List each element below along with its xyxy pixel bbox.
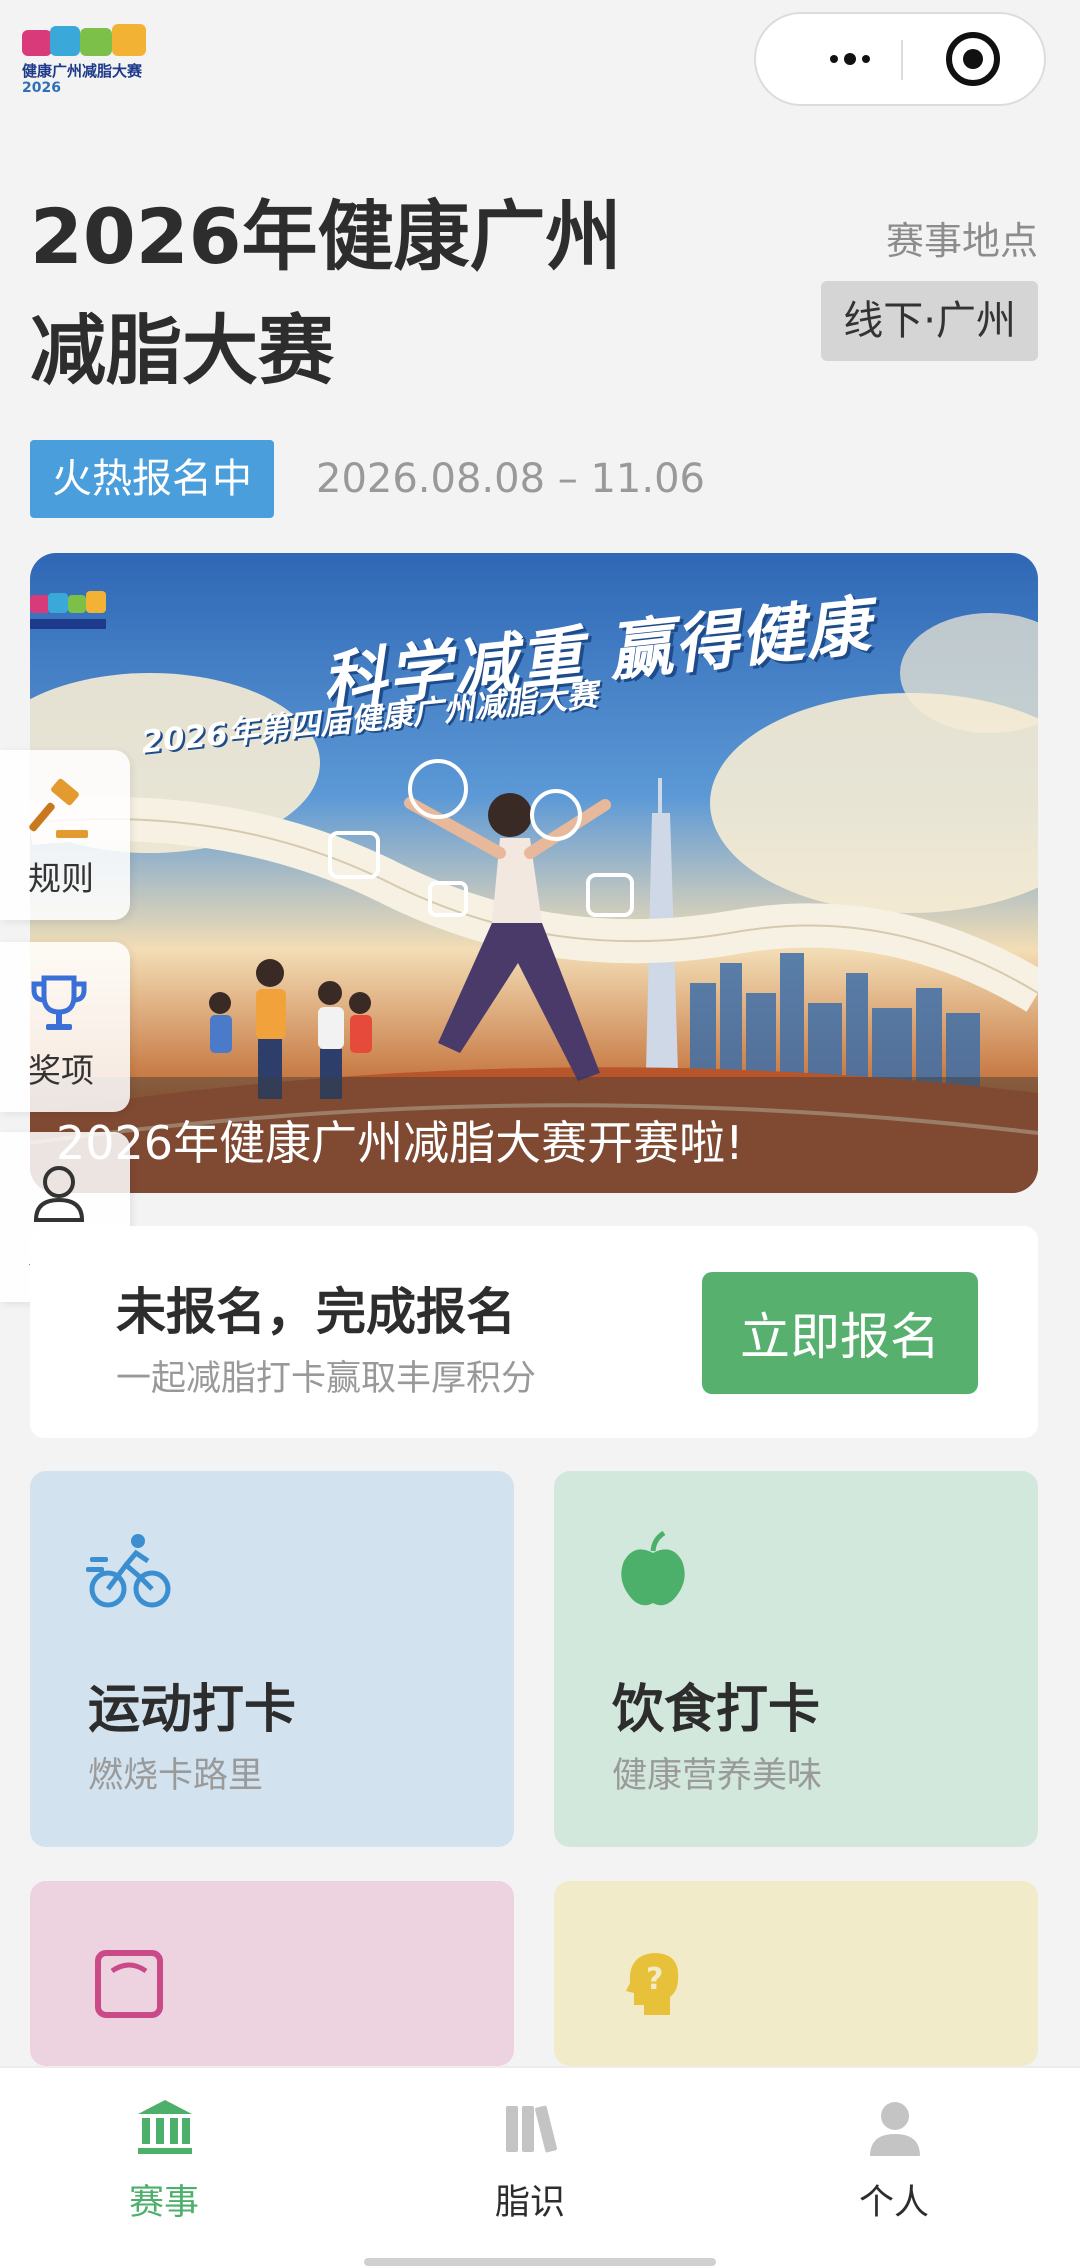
tile-knowledge-quiz[interactable]: ? [554, 1881, 1038, 2066]
more-options-button[interactable] [796, 14, 904, 104]
apple-icon [621, 1530, 685, 1606]
side-button-rules[interactable]: 规则 [0, 750, 130, 920]
weight-scale-icon [95, 1950, 163, 2018]
tab-profile[interactable]: 个人 [714, 2068, 1074, 2266]
customer-service-icon [33, 1166, 85, 1222]
mini-program-capsule [754, 12, 1046, 106]
close-target-icon[interactable] [946, 32, 1000, 86]
side-button-label: 奖项 [28, 1051, 94, 1090]
page-title: 2026年健康广州减脂大赛 [30, 192, 622, 395]
tile-exercise-checkin[interactable]: 运动打卡 燃烧卡路里 [30, 1471, 514, 1847]
logo-graphic [22, 24, 146, 56]
bottom-tab-bar: 赛事 脂识 个人 [0, 2066, 1080, 2266]
person-icon [870, 2102, 920, 2156]
more-dots-icon [830, 55, 838, 63]
logo-year: 2026 [22, 80, 61, 96]
tile-weight[interactable] [30, 1881, 514, 2066]
logo-text: 健康广州减脂大赛 [22, 62, 143, 80]
event-banner[interactable]: 科学减重 赢得健康 2026年第四届健康广州减脂大赛 2026年健康广州减脂大赛… [30, 553, 1038, 1193]
capsule-divider [901, 40, 903, 80]
tab-knowledge[interactable]: 脂识 [350, 2068, 710, 2266]
date-range: 2026.08.08 – 11.06 [316, 456, 705, 502]
tab-label: 赛事 [128, 2183, 199, 2223]
register-now-button[interactable]: 立即报名 [702, 1272, 978, 1394]
question-head-icon: ? [626, 1953, 679, 2015]
museum-icon [138, 2100, 192, 2154]
side-button-label: 规则 [28, 859, 94, 898]
tab-label: 脂识 [494, 2183, 565, 2223]
register-title: 未报名，完成报名 [116, 1283, 516, 1341]
tile-title: 运动打卡 [88, 1680, 297, 1740]
tile-diet-checkin[interactable]: 饮食打卡 健康营养美味 [554, 1471, 1038, 1847]
register-subtitle: 一起减脂打卡赢取丰厚积分 [116, 1359, 537, 1399]
banner-caption: 2026年健康广州减脂大赛开赛啦! [56, 1116, 744, 1170]
gavel-icon [29, 778, 88, 838]
banner-caption-bar: 2026年健康广州减脂大赛开赛啦! [30, 1077, 1038, 1193]
home-indicator [364, 2258, 716, 2266]
side-button-awards[interactable]: 奖项 [0, 942, 130, 1112]
tile-subtitle: 健康营养美味 [612, 1756, 823, 1796]
svg-text:?: ? [646, 1962, 663, 1997]
banner-logo-icon [30, 591, 106, 645]
trophy-icon [31, 975, 87, 1030]
status-badge: 火热报名中 [30, 440, 274, 518]
venue-value: 线下·广州 [821, 281, 1038, 361]
tab-label: 个人 [858, 2183, 929, 2223]
more-dots-icon-end [862, 55, 870, 63]
more-dots-icon-center [844, 53, 856, 65]
register-card: 未报名，完成报名 一起减脂打卡赢取丰厚积分 立即报名 [30, 1226, 1038, 1438]
books-icon [506, 2105, 557, 2153]
tile-title: 饮食打卡 [612, 1680, 821, 1740]
cycling-icon [86, 1534, 171, 1608]
app-logo: 健康广州减脂大赛 2026 [22, 24, 148, 100]
venue-label: 赛事地点 [885, 219, 1038, 263]
tile-subtitle: 燃烧卡路里 [88, 1756, 264, 1796]
tab-events[interactable]: 赛事 [0, 2068, 344, 2266]
